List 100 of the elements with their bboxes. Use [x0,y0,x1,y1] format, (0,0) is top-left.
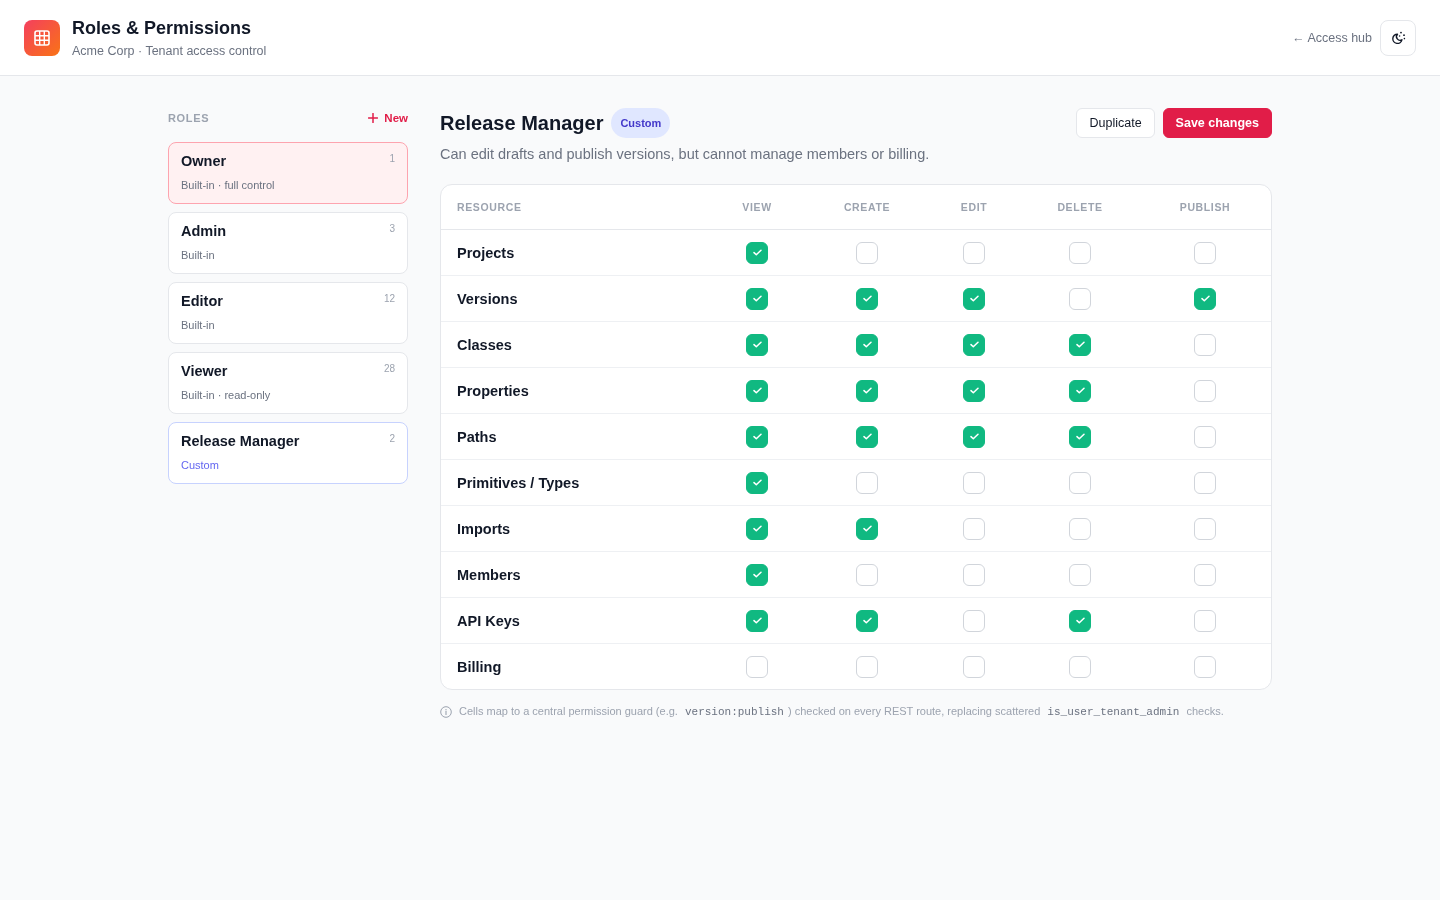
permission-checkbox[interactable] [856,333,878,356]
permission-checkbox[interactable] [746,333,768,356]
permission-checkbox[interactable] [856,471,878,494]
check-icon [752,387,762,394]
permission-checkbox[interactable] [746,379,768,402]
resource-name: Primitives / Types [456,474,580,491]
permission-checkbox[interactable] [746,241,768,264]
permission-checkbox[interactable] [1069,425,1091,448]
permission-checkbox[interactable] [1194,287,1216,310]
check-icon [752,433,762,440]
permission-checkbox[interactable] [1069,609,1091,632]
footnote: Cells map to a central permission guard (e.g. version:publish ) checked on every REST route, replacing scattered is_user_tenant_admin checks. [459,704,1224,720]
permission-checkbox[interactable] [1194,241,1216,264]
permission-checkbox[interactable] [1069,471,1091,494]
permission-checkbox[interactable] [963,379,985,402]
moon-stars-icon [1390,30,1406,45]
permission-checkbox[interactable] [1194,471,1216,494]
permission-checkbox[interactable] [856,517,878,540]
permission-checkbox[interactable] [1194,425,1216,448]
check-icon [862,387,872,394]
permission-checkbox[interactable] [856,563,878,586]
resource-name: Properties [456,382,529,399]
permission-checkbox[interactable] [856,287,878,310]
check-icon [752,571,762,578]
check-icon [752,479,762,486]
permission-checkbox[interactable] [963,333,985,356]
permission-checkbox[interactable] [856,241,878,264]
check-icon [969,341,979,348]
role-name: Owner [181,152,227,171]
role-description: Custom [181,458,220,473]
permission-checkbox[interactable] [1194,563,1216,586]
resource-name: Classes [456,336,512,353]
permission-checkbox[interactable] [963,287,985,310]
column-header: CREATE [843,201,891,213]
new-role-button[interactable]: New [368,112,408,124]
permission-checkbox[interactable] [1194,655,1216,678]
permission-checkbox[interactable] [963,471,985,494]
permission-checkbox[interactable] [963,655,985,678]
permission-checkbox[interactable] [856,609,878,632]
check-icon [862,525,872,532]
role-name: Release Manager [181,432,300,451]
permission-checkbox[interactable] [1194,517,1216,540]
back-link[interactable]: ← Access hub [1292,30,1372,45]
permission-checkbox[interactable] [746,517,768,540]
permission-checkbox[interactable] [1069,333,1091,356]
permission-checkbox[interactable] [746,471,768,494]
permission-checkbox[interactable] [1069,563,1091,586]
sidebar-heading: ROLES [168,112,210,124]
member-count: 28 [383,362,395,376]
permission-checkbox[interactable] [963,241,985,264]
permission-checkbox[interactable] [746,425,768,448]
check-icon [1075,387,1085,394]
duplicate-button[interactable]: Duplicate [1076,108,1155,138]
resource-name: Members [456,566,521,583]
permission-checkbox[interactable] [963,609,985,632]
save-button[interactable]: Save changes [1162,108,1272,138]
role-card[interactable]: Viewer 28 Built-in · read-only [168,352,408,414]
column-header: PUBLISH [1179,201,1231,213]
permission-checkbox[interactable] [1069,517,1091,540]
permission-checkbox[interactable] [1069,379,1091,402]
permission-checkbox[interactable] [746,287,768,310]
resource-name: Paths [456,428,497,445]
role-name: Editor [181,292,223,311]
permission-checkbox[interactable] [1069,241,1091,264]
role-card[interactable]: Editor 12 Built-in [168,282,408,344]
permission-checkbox[interactable] [856,655,878,678]
permission-checkbox[interactable] [963,563,985,586]
permission-checkbox[interactable] [963,517,985,540]
check-icon [1075,433,1085,440]
permission-checkbox[interactable] [1069,287,1091,310]
role-name: Admin [181,222,227,241]
role-card[interactable]: Release Manager 2 Custom [168,422,408,484]
check-icon [969,295,979,302]
check-icon [1200,295,1210,302]
check-icon [752,525,762,532]
check-icon [862,617,872,624]
plus-icon [368,113,379,123]
permission-checkbox[interactable] [856,425,878,448]
role-card[interactable]: Owner 1 Built-in · full control [168,142,408,204]
resource-name: Billing [456,658,502,675]
permission-checkbox[interactable] [1069,655,1091,678]
permission-checkbox[interactable] [746,563,768,586]
check-icon [752,341,762,348]
check-icon [862,341,872,348]
info-icon [440,705,452,718]
permission-checkbox[interactable] [963,425,985,448]
permission-checkbox[interactable] [1194,379,1216,402]
permission-checkbox[interactable] [856,379,878,402]
check-icon [969,387,979,394]
check-icon [1075,341,1085,348]
check-icon [752,295,762,302]
permission-checkbox[interactable] [746,609,768,632]
check-icon [752,617,762,624]
permission-checkbox[interactable] [746,655,768,678]
permission-checkbox[interactable] [1194,609,1216,632]
check-icon [862,295,872,302]
role-card[interactable]: Admin 3 Built-in [168,212,408,274]
theme-toggle-button[interactable] [1380,19,1416,56]
permission-checkbox[interactable] [1194,333,1216,356]
role-description: Built-in · read-only [181,388,272,403]
